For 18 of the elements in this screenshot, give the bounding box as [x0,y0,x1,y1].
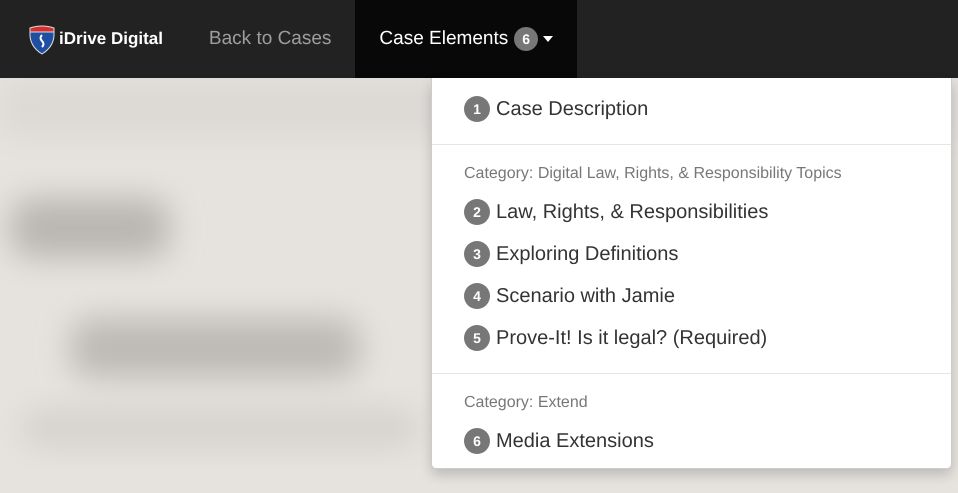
brand-link[interactable]: iDrive Digital [0,0,185,78]
count-badge: 6 [514,27,538,51]
number-badge: 6 [464,428,490,454]
menu-item[interactable]: 4 Scenario with Jamie [432,275,951,317]
category-header: Category: Digital Law, Rights, & Responsibility Topics [463,164,843,184]
number-badge: 1 [464,96,490,122]
category-header: Category: Extend [463,393,589,413]
menu-item[interactable]: 5 Prove-It! Is it legal? (Required) [432,317,951,359]
caret-icon [543,36,554,42]
number-badge: 5 [464,325,490,351]
menu-item[interactable]: 2 Law, Rights, & Responsibilities [432,191,951,233]
menu-item[interactable]: 3 Exploring Definitions [432,233,951,275]
menu-item[interactable]: 6 Media Extensions [432,420,951,462]
number-badge: 4 [464,283,490,309]
nav-link[interactable]: Back to Cases [184,0,356,78]
nav-link[interactable]: Case Elements 6 [355,0,578,78]
number-badge: 3 [464,241,490,267]
number-badge: 2 [464,199,490,225]
